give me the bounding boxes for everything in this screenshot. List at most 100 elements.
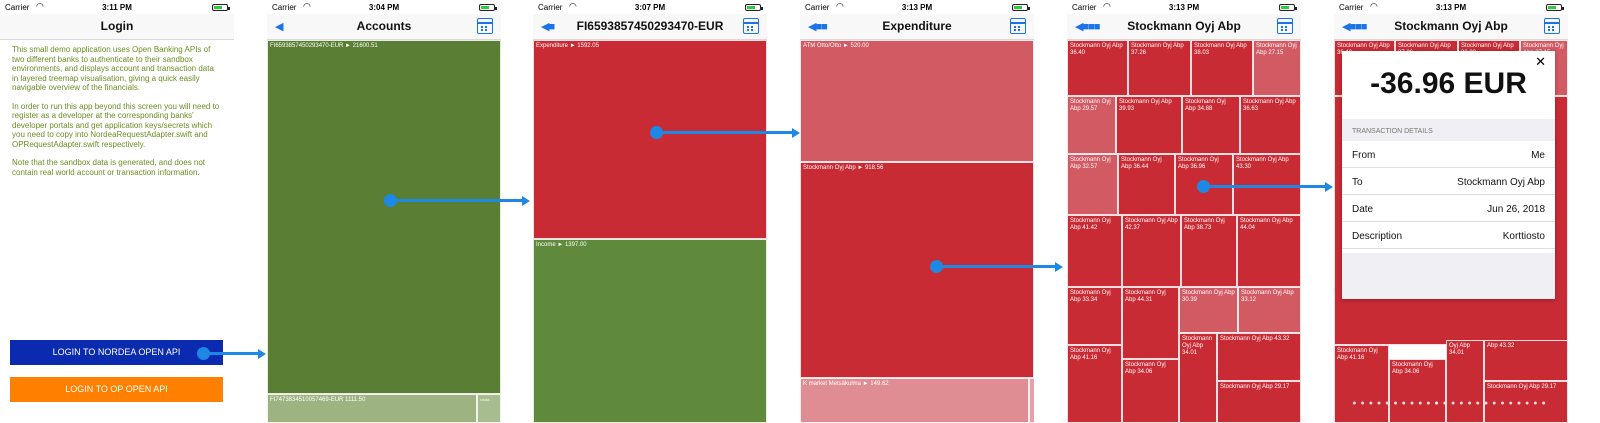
treemap-tile[interactable] [1029,378,1034,423]
treemap-tile[interactable]: Stockmann Oyj Abp 38.03 [1191,40,1253,96]
screen-account: Carrier ◠ 3:07 PM ◀■ FI6593857450293470-… [533,0,767,423]
treemap-tile[interactable]: Stockmann Oyj Abp 36.40 [1067,40,1128,96]
nav-bar: ◀■■ Expenditure [800,14,1034,40]
treemap: ATM Otto/Otto ► 520.00 Stockmann Oyj Abp… [800,40,1034,423]
battery-icon [1279,4,1297,11]
detail-value: Stockmann Oyj Abp [1457,177,1545,188]
treemap-tile[interactable]: Stockmann Oyj Abp 43.32 [1217,333,1301,381]
calendar-icon[interactable] [1544,18,1560,34]
status-bar: Carrier ◠ 3:04 PM [267,0,501,14]
treemap-tile[interactable]: Income ► 1397.00 [533,239,767,423]
page-title: Expenditure [882,19,952,33]
treemap-tile[interactable]: Stockmann Oyj Abp 39.93 [1116,96,1182,154]
detail-value: Jun 26, 2018 [1487,204,1545,215]
page-title: Stockmann Oyj Abp [1394,19,1508,33]
login-nordea-button[interactable]: LOGIN TO NORDEA OPEN API [10,340,223,365]
section-header: TRANSACTION DETAILS [1342,119,1555,141]
intro-paragraph: In order to run this app beyond this scr… [12,101,220,149]
detail-row-to: To Stockmann Oyj Abp [1342,168,1555,195]
login-op-button[interactable]: LOGIN TO OP OPEN API [10,377,223,402]
treemap: FI6593857450293470-EUR ► 21600.51 FI7473… [267,40,501,423]
intro-paragraph: This small demo application uses Open Ba… [12,45,214,92]
treemap-tile[interactable]: Stockmann Oyj Abp 36.44 [1118,154,1175,215]
detail-key: Date [1352,204,1374,215]
nav-bar: ◀■ FI6593857450293470-EUR [533,14,767,40]
transaction-card: ✕ -36.96 EUR TRANSACTION DETAILS From Me… [1342,51,1555,299]
battery-icon [1012,4,1030,11]
treemap-tile[interactable]: ATM Otto/Otto ► 520.00 [800,40,1034,162]
detail-key: Description [1352,231,1403,242]
treemap-tile[interactable]: Abp 43.32 [1484,340,1568,381]
treemap-tile[interactable]: FI6593857450293470-EUR ► 21600.51 [267,40,501,394]
detail-key: To [1352,177,1363,188]
calendar-icon[interactable] [1010,18,1026,34]
nav-bar: ◀■■■ Stockmann Oyj Abp [1334,14,1568,40]
treemap-tile[interactable]: Stockmann Oyj Abp 29.57 [1067,96,1116,154]
detail-row-from: From Me [1342,141,1555,168]
status-bar: Carrier ◠ 3:13 PM [1334,0,1568,14]
treemap-tile[interactable]: Stockmann Oyj Abp 41.16 [1334,345,1389,423]
detail-key: From [1352,150,1376,161]
back-icon[interactable]: ◀■■■ [1075,20,1100,33]
treemap-tile[interactable]: Expenditure ► 1592.05 [533,40,767,239]
battery-icon [745,4,763,11]
back-icon[interactable]: ◀■■ [808,20,828,33]
intro-paragraph: Note that the sandbox data is generated,… [12,158,206,177]
treemap-tile[interactable]: Stockmann Oyj Abp 44.31 [1122,287,1179,359]
back-icon[interactable]: ◀ [275,20,284,33]
screen-merchant: Carrier ◠ 3:13 PM ◀■■■ Stockmann Oyj Abp… [1067,0,1301,423]
screen-login: Carrier ◠ 3:11 PM Login This small demo … [0,0,234,423]
treemap-tile[interactable]: Stockmann Oyj Abp 34.06 [1389,359,1446,423]
treemap-tile[interactable]: Stockmann Oyj Abp 33.12 [1238,287,1301,333]
calendar-icon[interactable] [477,18,493,34]
nav-bar: ◀ Accounts [267,14,501,40]
treemap-tile[interactable]: Stockmann Oyj Abp 34.88 [1182,96,1240,154]
page-title: Accounts [356,19,412,33]
treemap-tile[interactable]: K market Metsäkulma ► 149.62 [800,378,1029,423]
treemap-tile[interactable]: Stockmann Oyj Abp 38.73 [1181,215,1237,287]
clock: 3:13 PM [901,3,933,12]
nav-bar: Login [0,14,234,40]
treemap-tile[interactable]: Stockmann Oyj Abp 32.57 [1067,154,1118,215]
page-title: Login [100,19,134,33]
back-icon[interactable]: ◀■ [541,20,555,33]
screen-accounts: Carrier ◠ 3:04 PM ◀ Accounts FI659385745… [267,0,501,423]
treemap: Expenditure ► 1592.05 Income ► 1397.00 [533,40,767,423]
back-icon[interactable]: ◀■■■ [1342,20,1367,33]
treemap-tile[interactable]: Stockmann Oyj Abp 42.37 [1122,215,1181,287]
status-bar: Carrier ◠ 3:13 PM [800,0,1034,14]
treemap-tile[interactable]: Stockmann Oyj Abp ► 918.56 [800,162,1034,378]
battery-icon [212,4,230,11]
clock: 3:04 PM [368,3,400,12]
treemap-tile[interactable]: Oyj Abp 34.01 [1446,340,1484,423]
status-bar: Carrier ◠ 3:13 PM [1067,0,1301,14]
flow-arrow [197,346,266,360]
calendar-icon[interactable] [1277,18,1293,34]
treemap-tile[interactable]: FI7473834510057469-EUR 1111.50 [267,394,477,423]
calendar-icon[interactable] [743,18,759,34]
flow-arrow [1197,179,1333,193]
flow-arrow [384,193,530,207]
treemap-tile[interactable]: Stockmann Oyj Abp 36.63 [1240,96,1301,154]
treemap-tile[interactable]: Stockmann Oyj Abp 27.15 [1253,40,1301,96]
detail-row-description: Description Korttiosto [1342,222,1555,249]
clock: 3:11 PM [102,3,132,12]
clock: 3:07 PM [634,3,666,12]
treemap-tile[interactable]: Stockmann Oyj Abp 34.06 [1122,359,1179,423]
treemap-tile[interactable]: FI3384... [477,394,501,423]
treemap-tile[interactable]: Stockmann Oyj Abp 41.42 [1067,215,1122,287]
treemap-tile[interactable]: Stockmann Oyj Abp 41.16 [1067,345,1122,423]
page-title: Stockmann Oyj Abp [1127,19,1241,33]
clock: 3:13 PM [1435,3,1467,12]
card-footer [1342,253,1555,299]
login-content: This small demo application uses Open Ba… [0,40,234,423]
treemap-tile[interactable]: Stockmann Oyj Abp 33.34 [1067,287,1122,345]
screen-expenditure: Carrier ◠ 3:13 PM ◀■■ Expenditure ATM Ot… [800,0,1034,423]
treemap-tile[interactable]: Stockmann Oyj Abp 34.01 [1179,333,1217,423]
treemap-tile[interactable]: Stockmann Oyj Abp 44.04 [1237,215,1301,287]
treemap-tile[interactable]: Stockmann Oyj Abp 29.17 [1217,381,1301,423]
treemap-tile[interactable]: Stockmann Oyj Abp 30.39 [1179,287,1238,333]
detail-value: Me [1531,150,1545,161]
page-indicator[interactable]: ●●●●●●●●●●●●●●●●●●●●●●●● [1334,400,1568,407]
treemap-tile[interactable]: Stockmann Oyj Abp 37.26 [1128,40,1191,96]
